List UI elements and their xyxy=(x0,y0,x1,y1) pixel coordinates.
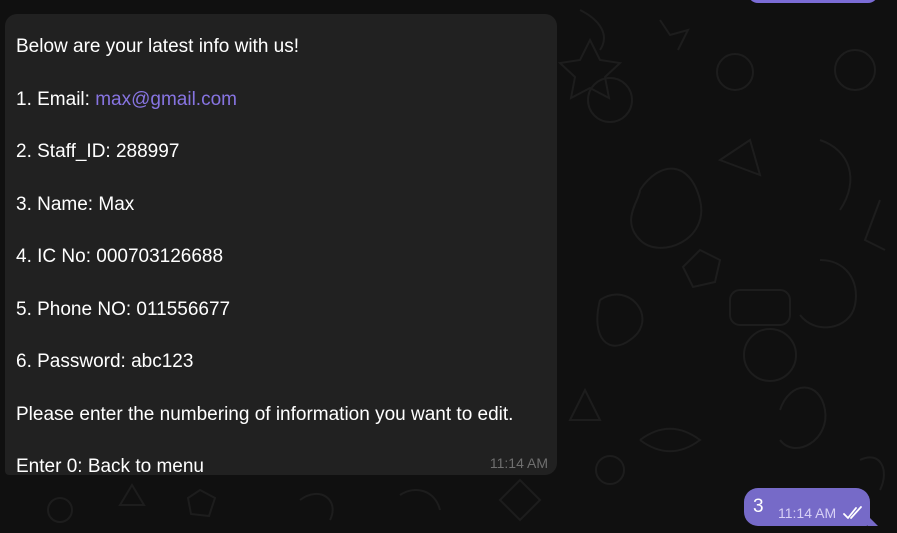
email-link[interactable]: max@gmail.com xyxy=(95,89,237,110)
previous-outgoing-bubble xyxy=(748,0,878,3)
name-line: 3. Name: Max xyxy=(16,194,135,215)
ic-no-line: 4. IC No: 000703126688 xyxy=(16,246,224,267)
email-label: 1. Email: xyxy=(16,89,96,110)
instruction-line: Please enter the numbering of informatio… xyxy=(16,404,514,425)
bubble-tail xyxy=(868,516,878,526)
incoming-timestamp: 11:14 AM xyxy=(489,455,548,471)
incoming-message-bubble[interactable]: Below are your latest info with us! 1. E… xyxy=(5,14,557,477)
double-check-icon xyxy=(843,506,862,519)
outgoing-timestamp: 11:14 AM xyxy=(778,505,837,521)
staff-id-line: 2. Staff_ID: 288997 xyxy=(16,141,180,162)
email-line: 1. Email: max@gmail.com xyxy=(16,89,237,111)
outgoing-message-text: 3 xyxy=(753,496,764,517)
back-to-menu-line: Enter 0: Back to menu xyxy=(16,456,204,477)
phone-line: 5. Phone NO: 011556677 xyxy=(16,299,231,320)
password-line: 6. Password: abc123 xyxy=(16,351,194,372)
message-line: Below are your latest info with us! xyxy=(16,36,300,57)
outgoing-message-bubble[interactable]: 3 11:14 AM xyxy=(744,488,878,526)
